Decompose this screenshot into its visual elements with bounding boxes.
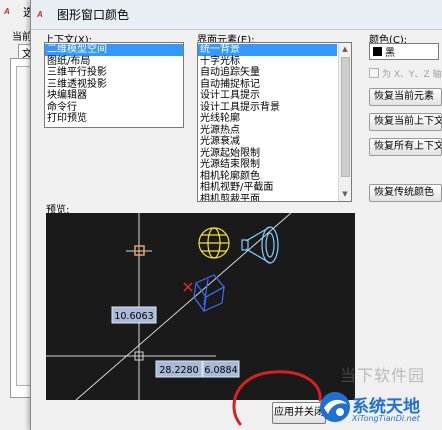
list-items: 二维模型空间 图纸/布局 三维平行投影 三维透视投影 块编辑器 命令行 打印预览 — [45, 44, 183, 125]
list-item[interactable]: 光源起始限制 — [198, 148, 337, 160]
autocad-logo-icon: A — [4, 7, 10, 16]
tint-axes-label: 为 X、Y、Z 轴 — [382, 69, 442, 80]
list-item[interactable]: 十字光标 — [198, 56, 337, 68]
list-item[interactable]: 三维透视投影 — [45, 79, 183, 91]
context-listbox[interactable]: 二维模型空间 图纸/布局 三维平行投影 三维透视投影 块编辑器 命令行 打印预览 — [44, 42, 184, 128]
tint-axes-checkbox[interactable] — [369, 68, 379, 78]
color-select[interactable]: 黑 — [369, 43, 439, 60]
current-profile-label: 当前 — [12, 32, 32, 43]
watermark-url: XiTongTianDi.net — [352, 414, 420, 423]
restore-classic-colors-button[interactable]: 恢复传统颜色 — [369, 184, 442, 202]
point-light-globe-icon — [198, 227, 230, 259]
interface-element-scrollbar[interactable]: ▲ ▼ — [338, 43, 351, 201]
list-item[interactable]: 光源热点 — [198, 125, 337, 137]
list-item[interactable]: 自动捕捉标记 — [198, 79, 337, 91]
dimension-text-vertical: 10.6063 — [114, 311, 153, 322]
list-item[interactable]: 相机剪裁平面 — [198, 194, 337, 202]
restore-current-context-button[interactable]: 恢复当前上下文 — [369, 113, 442, 131]
scroll-down-arrow-icon[interactable]: ▼ — [339, 188, 351, 201]
color-swatch — [373, 47, 382, 56]
restore-all-contexts-button[interactable]: 恢复所有上下文 — [369, 138, 442, 156]
list-item[interactable]: 相机轮廓颜色 — [198, 171, 337, 183]
watermark-text-site: 当下软件园 — [340, 366, 426, 385]
list-item[interactable]: 光线轮廓 — [198, 113, 337, 125]
camera-glyph-icon — [241, 226, 279, 264]
list-item[interactable]: 打印预览 — [45, 113, 183, 125]
scroll-thumb[interactable] — [341, 57, 350, 177]
red-annotation-circle — [232, 370, 322, 426]
dialog-titlebar: A 图形窗口颜色 — [31, 0, 442, 30]
dialog-title: 图形窗口颜色 — [57, 8, 130, 22]
list-item[interactable]: 设计工具提示 — [198, 90, 337, 102]
color-select-value: 黑 — [385, 48, 395, 59]
list-item[interactable]: 统一背景 — [198, 44, 337, 56]
list-item[interactable]: 自动追踪矢量 — [198, 67, 337, 79]
interface-element-listbox[interactable]: 统一背景 十字光标 自动追踪矢量 自动捕捉标记 设计工具提示 设计工具提示背景 光线轮廓 光源… — [197, 42, 352, 202]
list-item[interactable]: 设计工具提示背景 — [198, 102, 337, 114]
list-item[interactable]: 块编辑器 — [45, 90, 183, 102]
list-item[interactable]: 命令行 — [45, 102, 183, 114]
list-item[interactable]: 光源结束限制 — [198, 159, 337, 171]
tint-axes-option[interactable]: 为 X、Y、Z 轴 — [369, 66, 442, 80]
restore-current-element-button[interactable]: 恢复当前元素 — [369, 88, 442, 106]
light-crosshair-marker-icon — [183, 282, 193, 292]
autocad-logo-icon: A — [37, 9, 43, 19]
list-items: 统一背景 十字光标 自动追踪矢量 自动捕捉标记 设计工具提示 设计工具提示背景 光线轮廓 光源… — [198, 44, 337, 202]
dimension-text-x: 28.2280 — [159, 365, 198, 376]
list-item[interactable]: 相机视野/平截面 — [198, 182, 337, 194]
list-item[interactable]: 光源衰减 — [198, 136, 337, 148]
list-item[interactable]: 二维模型空间 — [45, 44, 183, 56]
list-item[interactable]: 图纸/布局 — [45, 56, 183, 68]
scroll-up-arrow-icon[interactable]: ▲ — [339, 43, 351, 56]
list-item[interactable]: 三维平行投影 — [45, 67, 183, 79]
watermark-logo-icon — [320, 392, 350, 422]
